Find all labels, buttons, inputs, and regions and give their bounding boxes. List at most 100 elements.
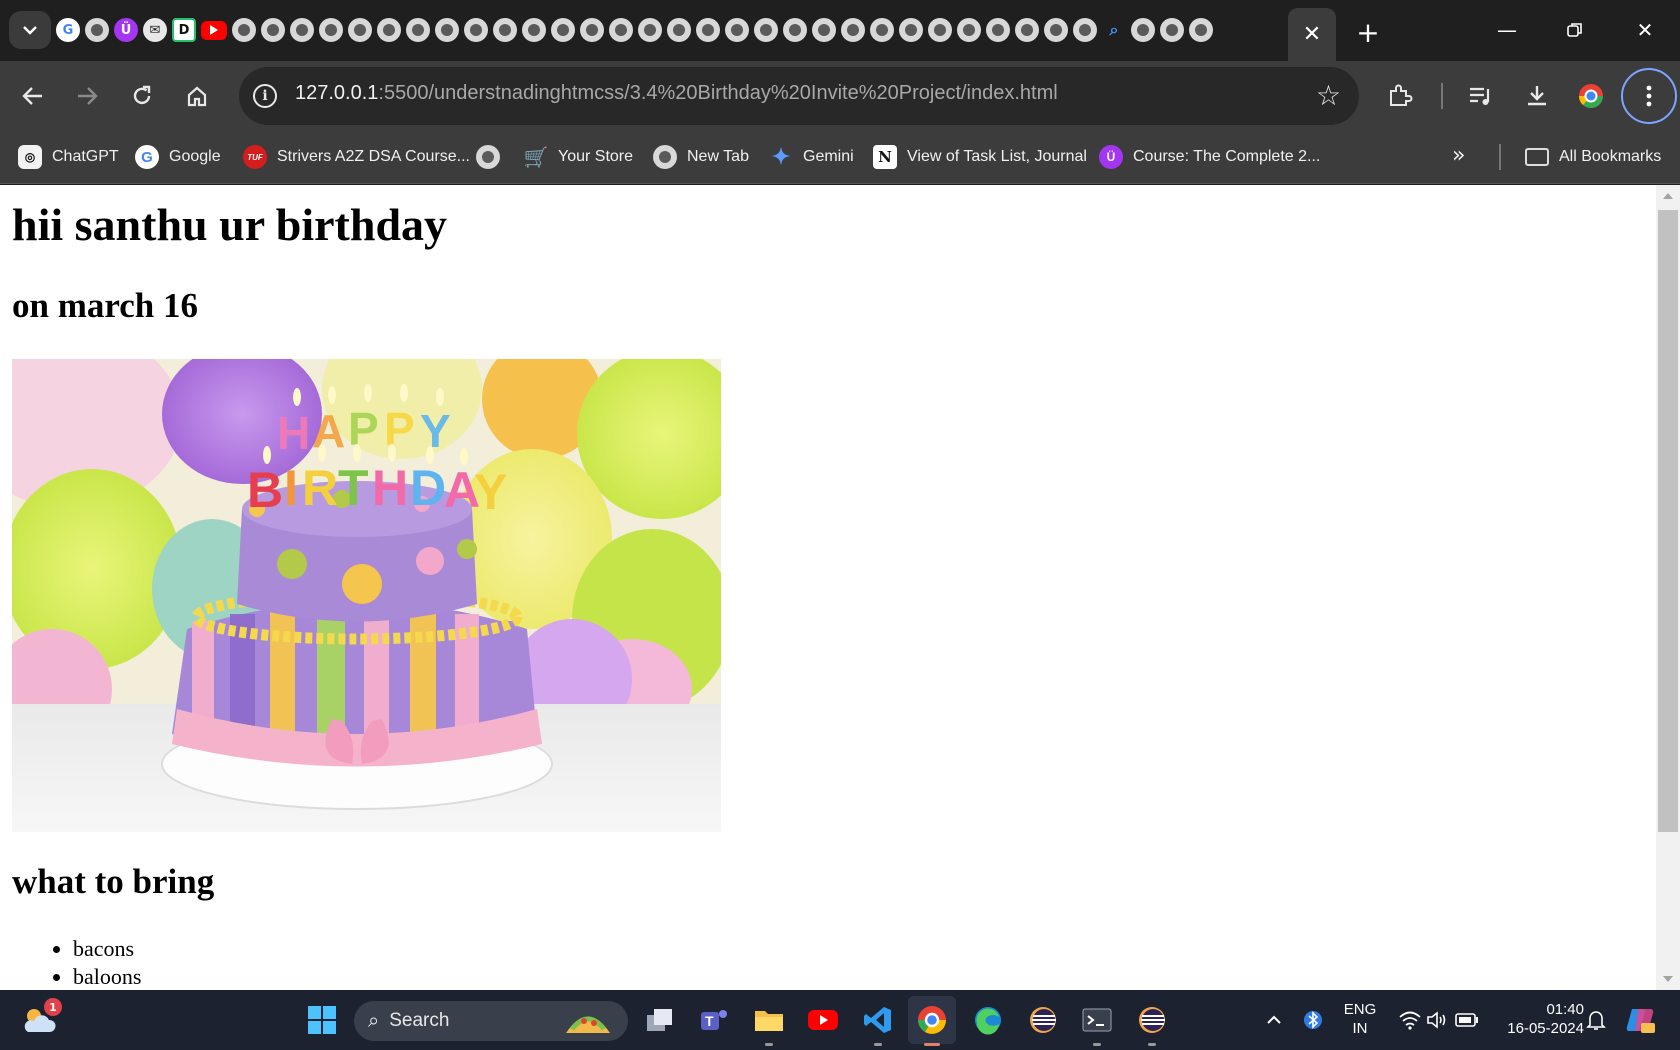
bluetooth-icon[interactable] xyxy=(1293,1000,1333,1040)
bookmark-item[interactable]: New Tab xyxy=(653,140,749,174)
globe-tab-icon[interactable] xyxy=(348,18,372,42)
svg-text:H: H xyxy=(277,407,310,459)
globe-tab-icon[interactable] xyxy=(754,18,778,42)
close-window-button[interactable]: ✕ xyxy=(1622,10,1668,50)
bookmark-item[interactable]: 🛒 Your Store xyxy=(524,140,633,174)
globe-tab-icon[interactable] xyxy=(522,18,546,42)
globe-tab-icon[interactable] xyxy=(957,18,981,42)
globe-tab-icon[interactable] xyxy=(435,18,459,42)
lens-tab-icon[interactable]: ⌕ xyxy=(1102,18,1126,42)
close-tab-icon[interactable]: ✕ xyxy=(1303,22,1321,47)
globe-tab-icon[interactable] xyxy=(928,18,952,42)
bookmark-star-icon[interactable]: ☆ xyxy=(1316,79,1341,112)
globe-tab-icon[interactable] xyxy=(870,18,894,42)
eclipse-button[interactable] xyxy=(1023,1000,1063,1040)
scroll-thumb[interactable] xyxy=(1658,210,1678,832)
three-dots-icon xyxy=(1646,85,1652,107)
globe-tab-icon[interactable] xyxy=(406,18,430,42)
youtube-app-button[interactable] xyxy=(803,1000,843,1040)
site-info-icon[interactable]: i xyxy=(253,84,277,108)
active-tab[interactable]: ✕ xyxy=(1288,8,1336,61)
bookmark-item[interactable] xyxy=(476,140,510,174)
page-scrollbar[interactable] xyxy=(1656,185,1680,990)
globe-tab-icon[interactable] xyxy=(638,18,662,42)
terminal-button[interactable] xyxy=(1077,1000,1117,1040)
media-button[interactable] xyxy=(1462,77,1500,115)
bookmark-item[interactable]: ✦ Gemini xyxy=(769,140,854,174)
all-bookmarks-button[interactable]: All Bookmarks xyxy=(1525,140,1661,174)
scroll-down-arrow-icon[interactable] xyxy=(1663,976,1673,982)
youtube-tab-icon[interactable] xyxy=(201,20,227,40)
globe-tab-icon[interactable] xyxy=(1044,18,1068,42)
globe-tab-icon[interactable] xyxy=(696,18,720,42)
language-indicator[interactable]: ENG IN xyxy=(1340,1000,1380,1038)
battery-glyph-icon xyxy=(1455,1013,1478,1027)
more-bookmarks-icon[interactable]: » xyxy=(1452,143,1465,168)
udemy-tab-icon[interactable]: Ü xyxy=(114,18,138,42)
eclipse-2-button[interactable] xyxy=(1132,1000,1172,1040)
profile-extension-button[interactable] xyxy=(1572,77,1610,115)
vscode-button[interactable] xyxy=(858,1000,898,1040)
menu-button[interactable] xyxy=(1621,68,1677,124)
forward-button[interactable] xyxy=(68,77,106,115)
taskbar-search[interactable]: ⌕ Search xyxy=(354,1001,628,1041)
downloads-button[interactable] xyxy=(1518,77,1556,115)
reload-button[interactable] xyxy=(123,77,161,115)
copilot-button[interactable] xyxy=(1620,1000,1660,1040)
weather-widget[interactable]: 1 xyxy=(20,998,62,1040)
globe-tab-icon[interactable] xyxy=(290,18,314,42)
tab-search-button[interactable] xyxy=(9,11,51,49)
globe-tab-icon[interactable] xyxy=(319,18,343,42)
bookmark-item[interactable]: N View of Task List, Journal xyxy=(873,140,1087,174)
globe-tab-icon[interactable] xyxy=(667,18,691,42)
url-text[interactable]: 127.0.0.1:5500/understnadinghtmcss/3.4%2… xyxy=(295,82,1058,105)
globe-tab-icon[interactable] xyxy=(986,18,1010,42)
back-button[interactable] xyxy=(14,77,52,115)
mail-tab-icon[interactable]: ✉ xyxy=(143,18,167,42)
globe-tab-icon[interactable] xyxy=(783,18,807,42)
globe-tab-icon[interactable] xyxy=(1015,18,1039,42)
edge-button[interactable] xyxy=(968,1000,1008,1040)
task-view-button[interactable] xyxy=(640,1000,680,1040)
globe-tab-icon[interactable] xyxy=(85,18,109,42)
globe-tab-icon[interactable] xyxy=(1073,18,1097,42)
bookmark-item[interactable]: G Google xyxy=(135,140,221,174)
globe-tab-icon[interactable] xyxy=(464,18,488,42)
file-explorer-button[interactable] xyxy=(749,1000,789,1040)
globe-tab-icon[interactable] xyxy=(1160,18,1184,42)
globe-tab-icon[interactable] xyxy=(725,18,749,42)
list-item: bacons xyxy=(73,935,141,963)
globe-tab-icon[interactable] xyxy=(261,18,285,42)
restore-button[interactable] xyxy=(1552,10,1598,50)
bookmark-item[interactable]: ◎ ChatGPT xyxy=(18,140,119,174)
d-icon-tab-icon[interactable]: D xyxy=(172,18,196,42)
google-tab-icon[interactable]: G xyxy=(56,18,80,42)
home-button[interactable] xyxy=(178,77,216,115)
globe-tab-icon[interactable] xyxy=(1189,18,1213,42)
minimize-button[interactable]: — xyxy=(1484,10,1530,50)
address-bar[interactable]: i 127.0.0.1:5500/understnadinghtmcss/3.4… xyxy=(239,67,1359,125)
chrome-taskbar-button[interactable] xyxy=(908,996,956,1044)
globe-tab-icon[interactable] xyxy=(551,18,575,42)
svg-text:Y: Y xyxy=(474,464,507,520)
bookmark-item[interactable]: TUF Strivers A2Z DSA Course... xyxy=(243,140,470,174)
start-button[interactable] xyxy=(302,1000,342,1040)
new-tab-button[interactable]: + xyxy=(1351,15,1385,49)
extensions-button[interactable] xyxy=(1381,77,1419,115)
globe-tab-icon[interactable] xyxy=(899,18,923,42)
battery-icon[interactable] xyxy=(1447,1000,1487,1040)
globe-tab-icon[interactable] xyxy=(1131,18,1155,42)
globe-tab-icon[interactable] xyxy=(493,18,517,42)
notifications-bell-icon[interactable] xyxy=(1576,1000,1616,1040)
scroll-up-arrow-icon[interactable] xyxy=(1663,193,1673,199)
globe-tab-icon[interactable] xyxy=(580,18,604,42)
clock[interactable]: 01:40 16-05-2024 xyxy=(1494,1000,1584,1038)
bookmark-item[interactable]: Ü Course: The Complete 2... xyxy=(1099,140,1320,174)
tray-overflow-chevron-icon[interactable] xyxy=(1254,1000,1294,1040)
globe-tab-icon[interactable] xyxy=(841,18,865,42)
globe-tab-icon[interactable] xyxy=(812,18,836,42)
globe-tab-icon[interactable] xyxy=(232,18,256,42)
globe-tab-icon[interactable] xyxy=(377,18,401,42)
globe-tab-icon[interactable] xyxy=(609,18,633,42)
teams-button[interactable]: T xyxy=(694,1000,734,1040)
